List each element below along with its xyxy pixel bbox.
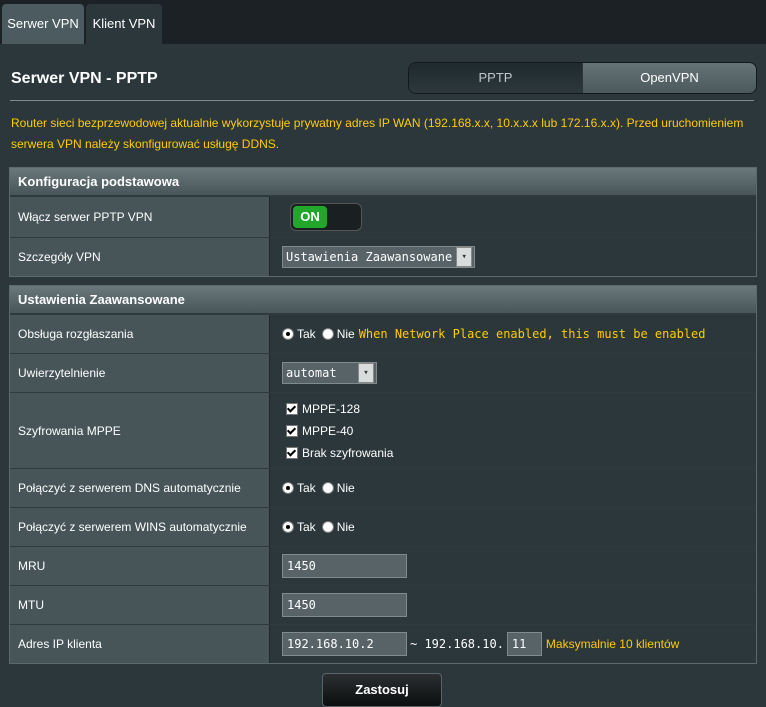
auth-select[interactable]: automat ▾ bbox=[282, 362, 377, 384]
divider bbox=[10, 100, 754, 101]
wins-auto-label: Połączyć z serwerem WINS automatycznie bbox=[18, 520, 247, 534]
no-encryption-checkbox[interactable] bbox=[286, 447, 298, 460]
dns-no-radio[interactable] bbox=[321, 482, 334, 494]
vpn-details-value: Ustawienia Zaawansowane bbox=[286, 250, 453, 264]
dns-auto-label: Połączyć z serwerem DNS automatycznie bbox=[18, 481, 241, 495]
page-title: Serwer VPN - PPTP bbox=[11, 70, 158, 87]
mppe-40-checkbox[interactable] bbox=[286, 425, 298, 438]
mppe-40-label: MPPE-40 bbox=[302, 423, 354, 438]
broadcast-no-radio[interactable] bbox=[321, 328, 334, 340]
max-clients-hint: Maksymalnie 10 klientów bbox=[545, 637, 680, 651]
vpn-type-switch: PPTP OpenVPN bbox=[408, 62, 757, 94]
no-encryption-label: Brak szyfrowania bbox=[302, 445, 394, 460]
auth-value: automat bbox=[286, 366, 337, 380]
wins-no-radio[interactable] bbox=[321, 521, 334, 533]
mtu-label: MTU bbox=[18, 598, 44, 612]
apply-button[interactable]: Zastosuj bbox=[322, 673, 442, 707]
mru-input[interactable]: 1450 bbox=[282, 554, 407, 578]
auth-label: Uwierzytelnienie bbox=[18, 366, 106, 380]
broadcast-yes-radio[interactable] bbox=[282, 328, 294, 340]
chevron-down-icon: ▾ bbox=[456, 247, 473, 267]
enable-pptp-row: Włącz serwer PPTP VPN ON bbox=[10, 196, 756, 237]
top-tab-bar: Serwer VPN Klient VPN bbox=[0, 0, 766, 44]
mppe-label: Szyfrowania MPPE bbox=[18, 423, 121, 438]
broadcast-hint: When Network Place enabled, this must be… bbox=[358, 327, 706, 341]
radio-yes-label: Tak bbox=[297, 520, 316, 534]
auth-row: Uwierzytelnienie automat ▾ bbox=[10, 353, 756, 392]
enable-pptp-label: Włącz serwer PPTP VPN bbox=[18, 210, 153, 224]
radio-no-label: Nie bbox=[336, 327, 355, 341]
mppe-row: Szyfrowania MPPE MPPE-128 MPPE-40 Brak s… bbox=[10, 392, 756, 468]
mppe-128-option: MPPE-128 bbox=[286, 398, 360, 420]
client-ip-range-separator: ~ 192.168.10. bbox=[410, 637, 504, 651]
broadcast-row: Obsługa rozgłaszania Tak Nie When Networ… bbox=[10, 314, 756, 353]
client-ip-end-input[interactable]: 11 bbox=[506, 632, 542, 656]
mppe-128-checkbox[interactable] bbox=[286, 403, 298, 416]
ddns-warning-text: Router sieci bezprzewodowej aktualnie wy… bbox=[11, 116, 744, 151]
client-ip-label: Adres IP klienta bbox=[18, 637, 102, 651]
mtu-input[interactable]: 1450 bbox=[282, 593, 407, 617]
vpn-details-select[interactable]: Ustawienia Zaawansowane ▾ bbox=[282, 246, 476, 268]
mru-label: MRU bbox=[18, 559, 46, 573]
basic-config-header: Konfiguracja podstawowa bbox=[10, 168, 756, 196]
tab-vpn-client[interactable]: Klient VPN bbox=[86, 4, 162, 44]
radio-yes-label: Tak bbox=[297, 481, 316, 495]
radio-no-label: Nie bbox=[336, 520, 355, 534]
dns-yes-radio[interactable] bbox=[282, 482, 294, 494]
client-ip-start-input[interactable]: 192.168.10.2 bbox=[282, 632, 407, 656]
pptp-tab-button[interactable]: PPTP bbox=[409, 63, 582, 93]
wins-auto-row: Połączyć z serwerem WINS automatycznie T… bbox=[10, 507, 756, 546]
mppe-40-option: MPPE-40 bbox=[286, 420, 353, 442]
radio-no-label: Nie bbox=[336, 481, 355, 495]
toggle-on-text: ON bbox=[293, 206, 327, 228]
enable-pptp-toggle[interactable]: ON bbox=[290, 203, 362, 231]
mtu-row: MTU 1450 bbox=[10, 585, 756, 624]
advanced-settings-table: Ustawienia Zaawansowane Obsługa rozgłasz… bbox=[9, 285, 757, 664]
openvpn-tab-button[interactable]: OpenVPN bbox=[583, 63, 756, 93]
vpn-details-label: Szczegóły VPN bbox=[18, 250, 101, 264]
advanced-settings-header: Ustawienia Zaawansowane bbox=[10, 286, 756, 314]
chevron-down-icon: ▾ bbox=[358, 363, 374, 383]
mppe-128-label: MPPE-128 bbox=[302, 401, 361, 416]
tab-vpn-server[interactable]: Serwer VPN bbox=[2, 4, 84, 44]
no-encryption-option: Brak szyfrowania bbox=[286, 442, 393, 464]
basic-config-table: Konfiguracja podstawowa Włącz serwer PPT… bbox=[9, 167, 757, 277]
radio-yes-label: Tak bbox=[297, 327, 316, 341]
mru-row: MRU 1450 bbox=[10, 546, 756, 585]
client-ip-row: Adres IP klienta 192.168.10.2 ~ 192.168.… bbox=[10, 624, 756, 663]
dns-auto-row: Połączyć z serwerem DNS automatycznie Ta… bbox=[10, 468, 756, 507]
vpn-details-row: Szczegóły VPN Ustawienia Zaawansowane ▾ bbox=[10, 237, 756, 276]
broadcast-label: Obsługa rozgłaszania bbox=[18, 327, 134, 341]
wins-yes-radio[interactable] bbox=[282, 521, 294, 533]
